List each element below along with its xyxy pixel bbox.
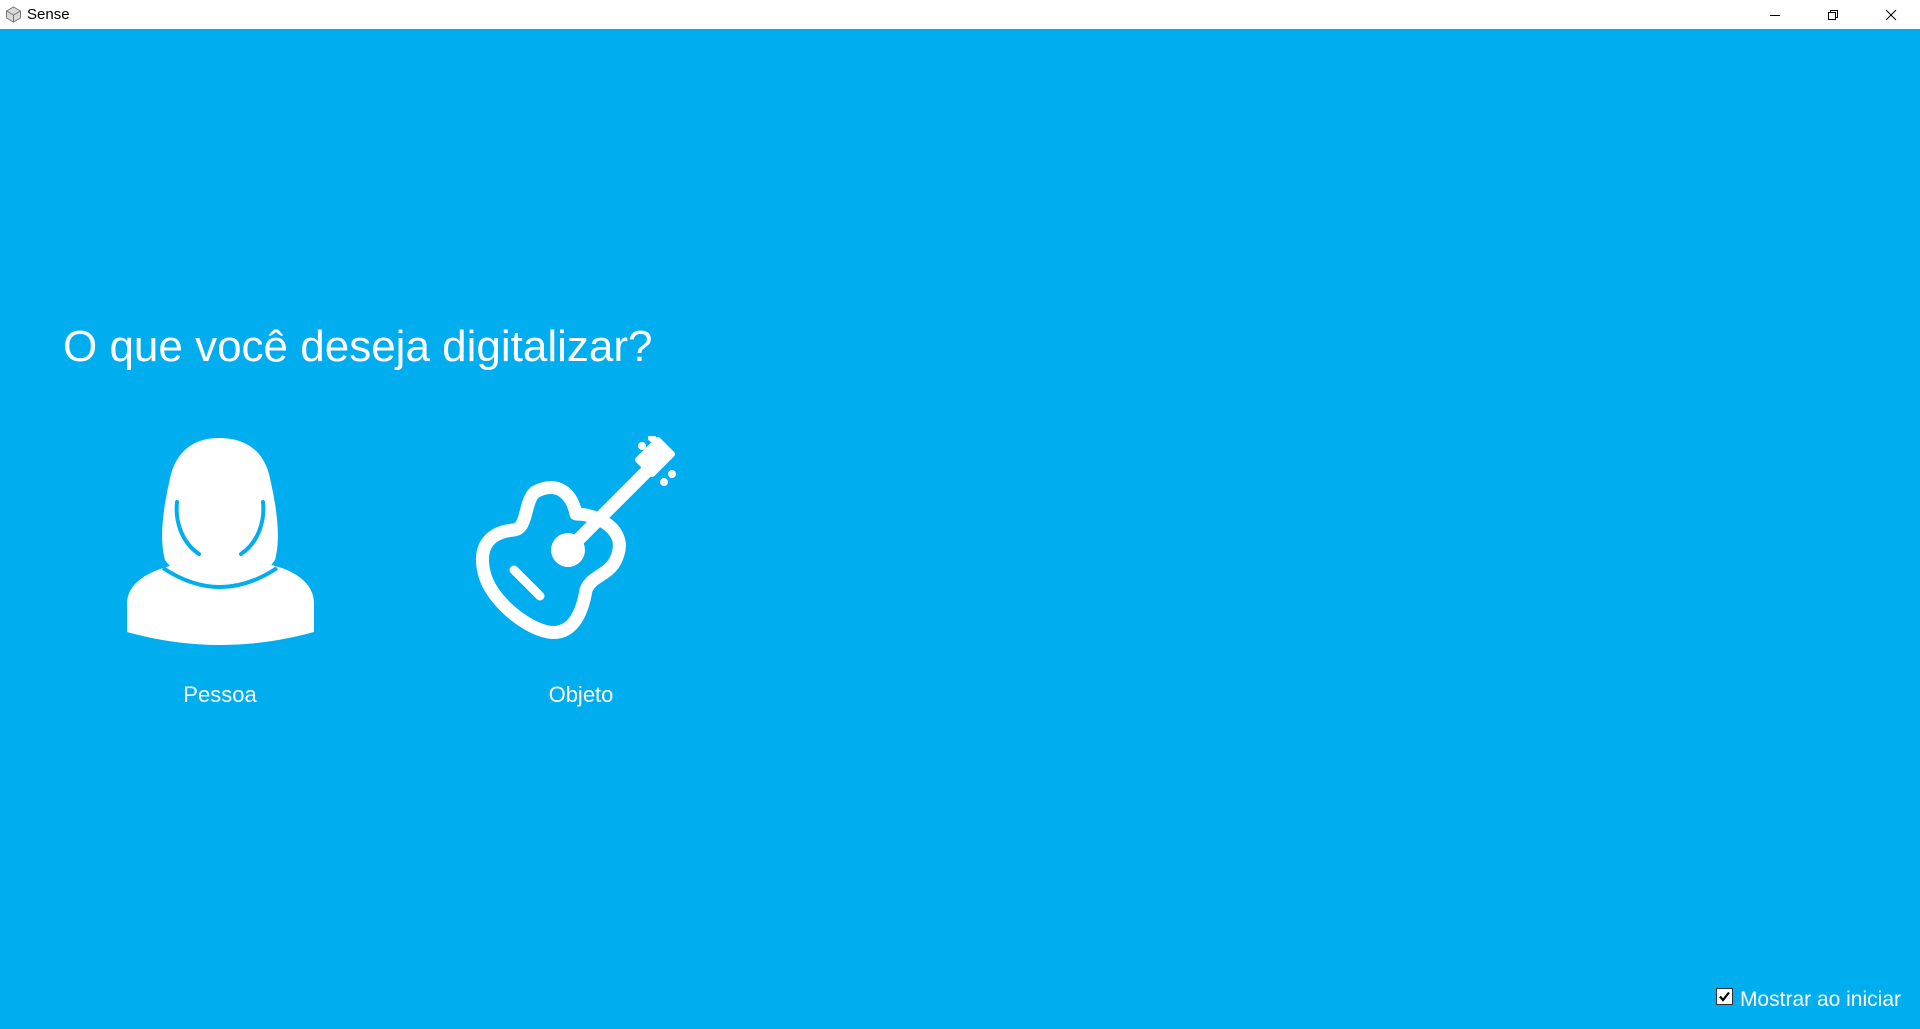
show-on-start-label: Mostrar ao iniciar xyxy=(1739,988,1901,1011)
sense-logo-icon xyxy=(3,5,23,25)
show-on-start-checkbox[interactable] xyxy=(1715,987,1733,1005)
scan-object-option[interactable]: Objeto xyxy=(466,436,696,716)
close-button[interactable] xyxy=(1862,0,1920,29)
minimize-button[interactable] xyxy=(1746,0,1804,29)
window-controls xyxy=(1746,0,1920,29)
show-on-start-toggle[interactable]: Mostrar ao iniciar xyxy=(1715,987,1901,1012)
window-title: Sense xyxy=(27,6,70,23)
page-title: O que você deseja digitalizar? xyxy=(63,322,653,371)
person-icon xyxy=(127,438,314,645)
restore-icon xyxy=(1828,9,1838,20)
scan-person-option[interactable]: Pessoa xyxy=(105,436,335,716)
guitar-icon xyxy=(476,436,676,639)
option-label-objeto: Objeto xyxy=(548,682,614,707)
close-icon xyxy=(1885,9,1897,20)
sense-window: Sense O que você deseja digitalizar? Pes… xyxy=(0,0,1920,1029)
minimize-icon xyxy=(1770,14,1780,16)
checkmark-icon xyxy=(1719,991,1730,1002)
option-label-pessoa: Pessoa xyxy=(183,682,257,707)
restore-button[interactable] xyxy=(1804,0,1862,29)
title-bar[interactable]: Sense xyxy=(0,0,1920,29)
